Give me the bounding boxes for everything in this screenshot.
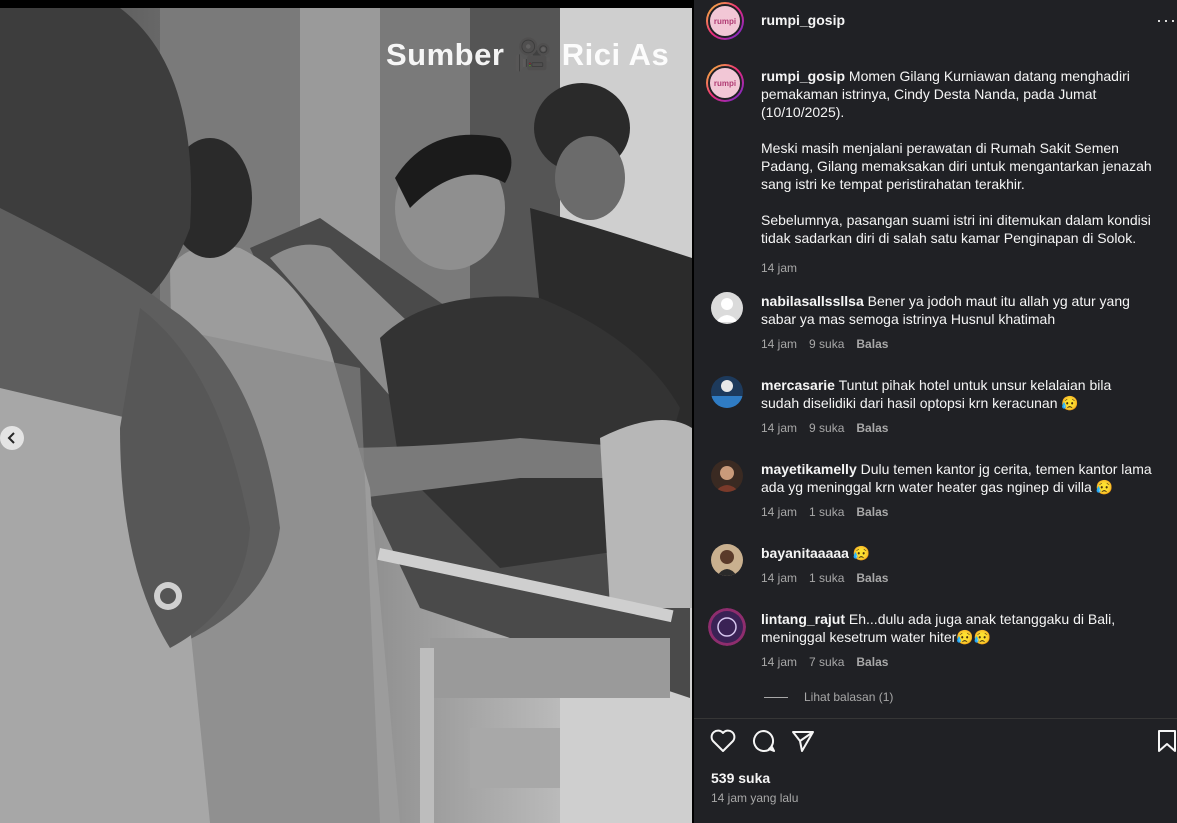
heart-icon[interactable] xyxy=(710,729,736,753)
photo-illustration xyxy=(0,8,692,823)
comment-likes[interactable]: 9 suka xyxy=(809,337,844,351)
previous-slide-button[interactable] xyxy=(0,426,24,450)
post-image: Sumber 🎥 Rici As xyxy=(0,8,692,823)
reply-button[interactable]: Balas xyxy=(856,421,888,435)
reply-button[interactable]: Balas xyxy=(856,655,888,669)
post-caption: rumpi_gosip Momen Gilang Kurniawan datan… xyxy=(761,68,1152,275)
reply-button[interactable]: Balas xyxy=(856,337,888,351)
reply-button[interactable]: Balas xyxy=(856,571,888,585)
commenter-avatar[interactable] xyxy=(711,376,743,408)
header-username[interactable]: rumpi_gosip xyxy=(761,12,845,28)
share-icon[interactable] xyxy=(791,729,815,753)
comment-username[interactable]: mercasarie xyxy=(761,377,835,393)
comment-likes[interactable]: 9 suka xyxy=(809,421,844,435)
comment-username[interactable]: bayanitaaaaa xyxy=(761,545,849,561)
commenter-avatar[interactable] xyxy=(711,460,743,492)
reply-button[interactable]: Balas xyxy=(856,505,888,519)
comment-likes[interactable]: 1 suka xyxy=(809,505,844,519)
comment-likes[interactable]: 1 suka xyxy=(809,571,844,585)
bookmark-icon[interactable] xyxy=(1157,729,1177,753)
comment-username[interactable]: nabilasallssllsa xyxy=(761,293,864,309)
divider xyxy=(694,718,1177,719)
view-replies-link[interactable]: Lihat balasan (1) xyxy=(764,690,893,704)
post-panel: rumpi rumpi_gosip ··· rumpi rumpi_gosip … xyxy=(694,0,1177,823)
caption-avatar[interactable]: rumpi xyxy=(706,64,744,102)
comment-likes[interactable]: 7 suka xyxy=(809,655,844,669)
post-time: 14 jam yang lalu xyxy=(711,791,799,805)
comment-username[interactable]: mayetikamelly xyxy=(761,461,857,477)
likes-count[interactable]: 539 suka xyxy=(711,770,770,786)
watermark-text: Sumber 🎥 Rici As xyxy=(386,37,670,72)
comment-icon[interactable] xyxy=(751,729,777,753)
author-avatar[interactable]: rumpi xyxy=(706,2,744,40)
default-avatar-icon xyxy=(711,292,743,324)
caption-username[interactable]: rumpi_gosip xyxy=(761,68,845,84)
more-icon[interactable]: ··· xyxy=(1156,10,1177,31)
commenter-avatar[interactable] xyxy=(711,544,743,576)
caption-time: 14 jam xyxy=(761,261,798,275)
commenter-avatar[interactable] xyxy=(711,292,743,324)
commenter-avatar[interactable] xyxy=(708,608,746,646)
chevron-left-icon xyxy=(7,432,15,444)
comment-username[interactable]: lintang_rajut xyxy=(761,611,845,627)
